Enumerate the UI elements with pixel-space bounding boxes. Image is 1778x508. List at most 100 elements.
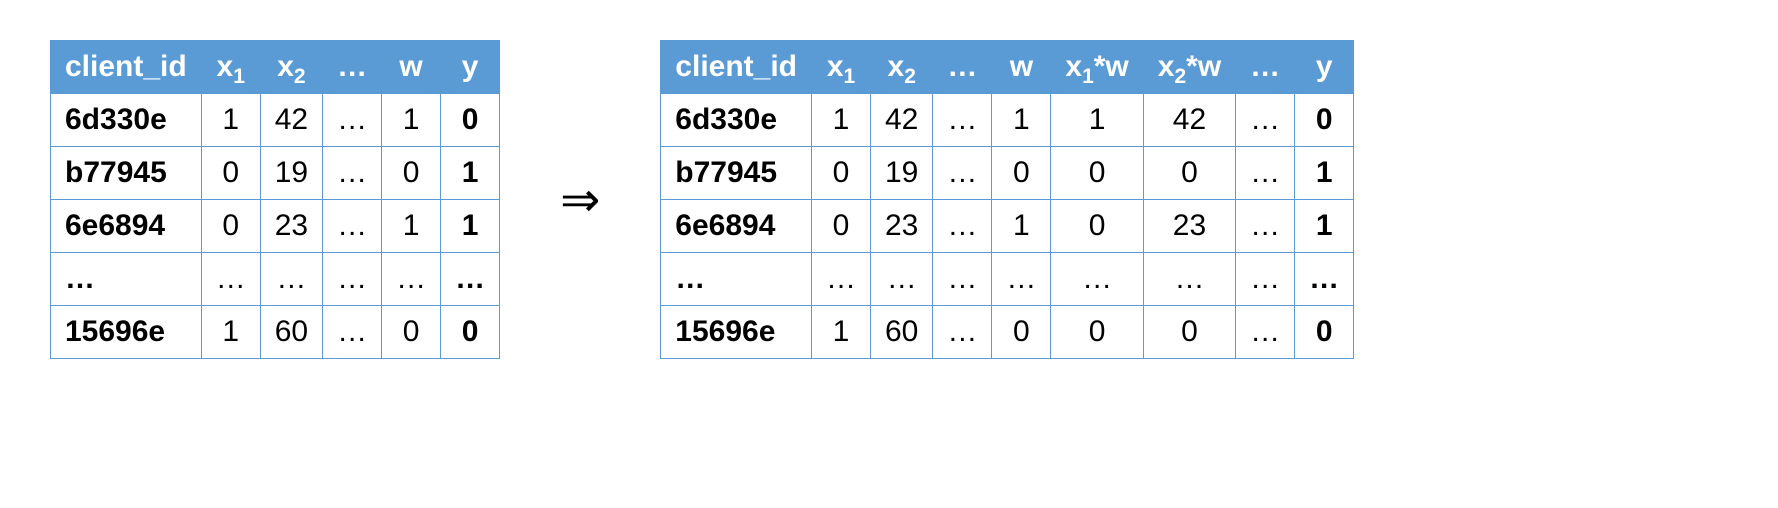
cell-x2w: 0 [1143,306,1235,359]
col-x1-sub: 1 [844,65,856,88]
cell-x2: … [260,253,322,306]
table-row: 6e6894 0 23 … 1 0 23 … 1 [661,200,1354,253]
cell-client-id: 6d330e [661,94,812,147]
cell-x1w: … [1051,253,1143,306]
table-row: 6d330e 1 42 … 1 0 [51,94,500,147]
cell-y: … [441,253,500,306]
input-table: client_id x1 x2 … w y 6d330e 1 42 … 1 0 … [50,40,500,359]
cell-x2: … [871,253,933,306]
col-x1-base: x [217,50,234,83]
col-x1w-sub: 1 [1082,65,1094,88]
col-client-id: client_id [661,41,812,94]
cell-x2w: … [1143,253,1235,306]
table-header-row: client_id x1 x2 … w x1*w x2*w … y [661,41,1354,94]
output-table: client_id x1 x2 … w x1*w x2*w … y 6d330e… [660,40,1354,359]
cell-client-id: … [661,253,812,306]
cell-y: 0 [1295,306,1354,359]
cell-x2: 60 [260,306,322,359]
col-dots-1: … [933,41,992,94]
cell-x1w: 0 [1051,200,1143,253]
col-x2w-base: x [1158,50,1175,83]
cell-x1: 0 [812,200,871,253]
table-row: … … … … … … [51,253,500,306]
cell-x1: 1 [201,306,260,359]
col-x1w: x1*w [1051,41,1143,94]
cell-dots: … [323,147,382,200]
cell-x1: 0 [201,200,260,253]
cell-x2: 19 [260,147,322,200]
cell-y: 0 [1295,94,1354,147]
cell-dots: … [1236,147,1295,200]
cell-w: 0 [382,306,441,359]
cell-x1: 0 [812,147,871,200]
cell-w: 1 [992,200,1051,253]
col-x2-sub: 2 [294,65,306,88]
cell-x1: 1 [812,94,871,147]
cell-w: 1 [382,94,441,147]
table-row: b77945 0 19 … 0 1 [51,147,500,200]
cell-w: 0 [992,147,1051,200]
cell-client-id: 6d330e [51,94,202,147]
cell-x1: … [201,253,260,306]
cell-x1w: 1 [1051,94,1143,147]
col-x2: x2 [871,41,933,94]
cell-dots: … [933,306,992,359]
cell-x2w: 23 [1143,200,1235,253]
col-x1: x1 [812,41,871,94]
cell-w: 1 [382,200,441,253]
cell-y: 0 [441,94,500,147]
cell-client-id: 6e6894 [51,200,202,253]
cell-dots: … [933,147,992,200]
cell-client-id: 15696e [51,306,202,359]
cell-y: … [1295,253,1354,306]
cell-x1w: 0 [1051,306,1143,359]
cell-dots: … [933,253,992,306]
col-x2-base: x [888,50,905,83]
col-x1w-base: x [1065,50,1082,83]
col-x2w-tail: *w [1186,50,1221,83]
cell-y: 1 [1295,147,1354,200]
cell-y: 1 [441,200,500,253]
col-x2-sub: 2 [904,65,916,88]
col-x2: x2 [260,41,322,94]
cell-dots: … [323,94,382,147]
cell-x1: 1 [201,94,260,147]
cell-w: 0 [992,306,1051,359]
cell-dots: … [323,253,382,306]
cell-dots: … [323,200,382,253]
cell-x2: 23 [260,200,322,253]
col-w: w [992,41,1051,94]
cell-x2: 60 [871,306,933,359]
cell-dots: … [1236,253,1295,306]
cell-client-id: 15696e [661,306,812,359]
table-row: 6e6894 0 23 … 1 1 [51,200,500,253]
table-row: 15696e 1 60 … 0 0 0 … 0 [661,306,1354,359]
cell-x1w: 0 [1051,147,1143,200]
cell-dots: … [323,306,382,359]
table-row: … … … … … … … … … [661,253,1354,306]
table-row: 15696e 1 60 … 0 0 [51,306,500,359]
cell-x2w: 42 [1143,94,1235,147]
cell-w: 0 [382,147,441,200]
cell-y: 1 [441,147,500,200]
table-row: b77945 0 19 … 0 0 0 … 1 [661,147,1354,200]
cell-x1: … [812,253,871,306]
cell-x2: 23 [871,200,933,253]
cell-client-id: … [51,253,202,306]
col-y: y [1295,41,1354,94]
cell-dots: … [1236,306,1295,359]
diagram-wrapper: client_id x1 x2 … w y 6d330e 1 42 … 1 0 … [50,40,1728,359]
cell-client-id: 6e6894 [661,200,812,253]
cell-dots: … [933,94,992,147]
cell-w: 1 [992,94,1051,147]
cell-x2: 42 [871,94,933,147]
col-x2-base: x [277,50,294,83]
cell-w: … [992,253,1051,306]
col-x1w-tail: *w [1094,50,1129,83]
col-x1-base: x [827,50,844,83]
col-dots-2: … [1236,41,1295,94]
cell-x2: 42 [260,94,322,147]
col-x2w: x2*w [1143,41,1235,94]
col-client-id: client_id [51,41,202,94]
table-row: 6d330e 1 42 … 1 1 42 … 0 [661,94,1354,147]
